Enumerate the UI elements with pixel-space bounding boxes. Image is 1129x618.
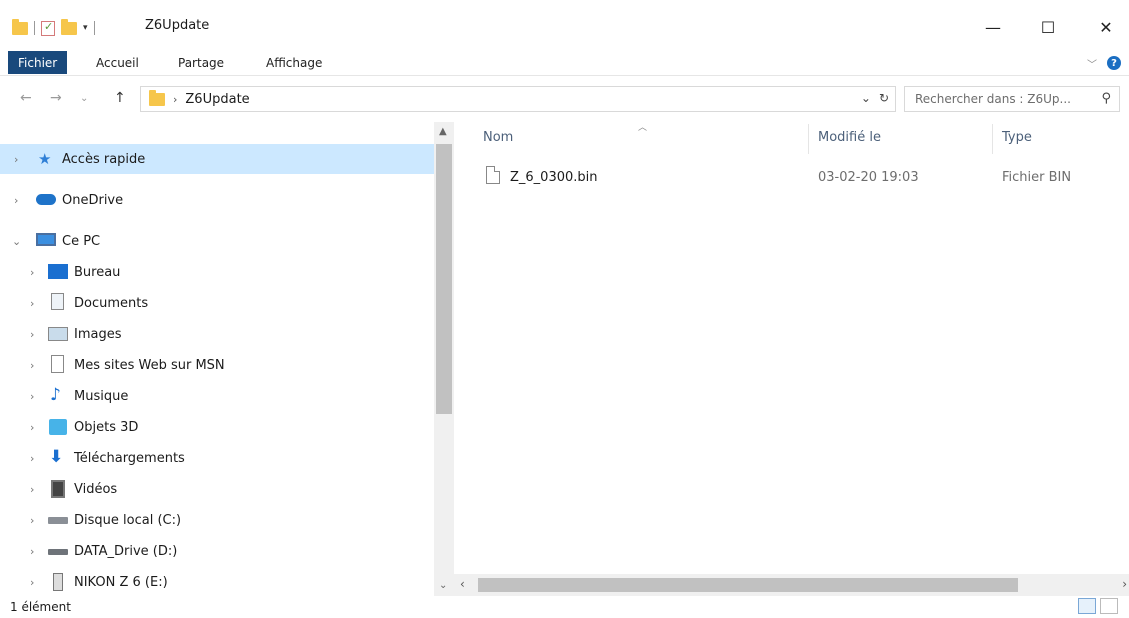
navigation-scrollbar[interactable]: ▲ ⌄ bbox=[434, 122, 454, 596]
status-bar: 1 élément bbox=[0, 596, 1129, 618]
download-arrow-icon: ⬇ bbox=[49, 447, 64, 467]
tab-accueil[interactable]: Accueil bbox=[86, 52, 149, 74]
details-view-icon[interactable] bbox=[1078, 598, 1096, 614]
file-type: Fichier BIN bbox=[1002, 170, 1072, 185]
window-title: Z6Update bbox=[145, 18, 210, 33]
drive-icon bbox=[48, 549, 68, 555]
chevron-right-icon[interactable]: › bbox=[30, 328, 34, 341]
nav-item-mes-sites-web[interactable]: › Mes sites Web sur MSN bbox=[0, 350, 434, 380]
quick-access-toolbar: ▾ bbox=[12, 18, 95, 38]
expand-ribbon-icon[interactable]: ﹀ bbox=[1087, 56, 1097, 71]
column-header-name[interactable]: Nom bbox=[483, 130, 513, 145]
nav-item-nikon-z6[interactable]: › NIKON Z 6 (E:) bbox=[0, 567, 434, 597]
address-dropdown-icon[interactable]: ⌄ bbox=[861, 91, 871, 105]
nav-item-acces-rapide[interactable]: › ★ Accès rapide bbox=[0, 144, 434, 174]
ribbon: Fichier Accueil Partage Affichage ﹀ ? bbox=[0, 48, 1129, 76]
column-divider[interactable] bbox=[808, 124, 809, 154]
tab-fichier[interactable]: Fichier bbox=[8, 51, 68, 74]
search-input[interactable]: Rechercher dans : Z6Up... ⚲ bbox=[904, 86, 1120, 112]
cloud-icon bbox=[36, 194, 56, 205]
properties-icon[interactable] bbox=[41, 20, 55, 36]
chevron-right-icon[interactable]: › bbox=[14, 153, 18, 166]
nav-item-bureau[interactable]: › Bureau bbox=[0, 257, 434, 287]
local-disk-icon bbox=[48, 517, 68, 524]
tab-partage[interactable]: Partage bbox=[168, 52, 234, 74]
nav-item-musique[interactable]: › ♪ Musique bbox=[0, 381, 434, 411]
chevron-right-icon[interactable]: › bbox=[30, 483, 34, 496]
recent-locations-icon[interactable]: ⌄ bbox=[80, 93, 88, 104]
chevron-right-icon[interactable]: › bbox=[30, 576, 34, 589]
search-icon[interactable]: ⚲ bbox=[1101, 91, 1111, 106]
folder-icon bbox=[12, 18, 28, 35]
nav-item-ce-pc[interactable]: ⌄ Ce PC bbox=[0, 226, 434, 256]
search-placeholder: Rechercher dans : Z6Up... bbox=[915, 92, 1071, 106]
separator bbox=[34, 21, 35, 35]
new-folder-icon[interactable] bbox=[61, 18, 77, 35]
star-icon: ★ bbox=[38, 150, 52, 168]
chevron-right-icon[interactable]: › bbox=[30, 266, 34, 279]
nav-item-documents[interactable]: › Documents bbox=[0, 288, 434, 318]
chevron-right-icon[interactable]: › bbox=[30, 452, 34, 465]
file-row[interactable]: Z_6_0300.bin 03-02-20 19:03 Fichier BIN bbox=[474, 164, 1129, 192]
scroll-down-icon[interactable]: ⌄ bbox=[439, 580, 447, 591]
up-arrow-icon[interactable]: ↑ bbox=[114, 90, 126, 106]
chevron-right-icon[interactable]: › bbox=[30, 390, 34, 403]
nav-item-telechargements[interactable]: › ⬇ Téléchargements bbox=[0, 443, 434, 473]
chevron-right-icon[interactable]: › bbox=[14, 194, 18, 207]
address-row: ← → ⌄ ↑ › Z6Update ⌄ ↻ Rechercher dans :… bbox=[0, 82, 1129, 116]
horizontal-scrollbar[interactable]: ‹ › bbox=[454, 574, 1129, 596]
title-bar: ▾ Z6Update — ☐ ✕ bbox=[0, 0, 1129, 48]
breadcrumb-chevron-icon[interactable]: › bbox=[173, 93, 177, 106]
refresh-icon[interactable]: ↻ bbox=[879, 91, 889, 105]
computer-icon bbox=[36, 233, 56, 246]
music-note-icon: ♪ bbox=[50, 385, 61, 405]
forward-arrow-icon[interactable]: → bbox=[50, 90, 62, 106]
help-icon[interactable]: ? bbox=[1107, 56, 1121, 70]
navigation-pane: › ★ Accès rapide › OneDrive ⌄ Ce PC › Bu… bbox=[0, 122, 434, 596]
file-modified: 03-02-20 19:03 bbox=[818, 170, 919, 185]
column-header-modified[interactable]: Modifié le bbox=[818, 130, 881, 145]
scroll-left-icon[interactable]: ‹ bbox=[460, 577, 465, 591]
web-page-icon bbox=[51, 355, 64, 373]
folder-icon bbox=[149, 89, 165, 106]
chevron-down-icon[interactable]: ⌄ bbox=[12, 235, 21, 248]
sort-ascending-icon: ︿ bbox=[638, 123, 648, 133]
nav-item-videos[interactable]: › Vidéos bbox=[0, 474, 434, 504]
images-icon bbox=[48, 327, 68, 341]
documents-icon bbox=[51, 293, 64, 310]
item-count: 1 élément bbox=[10, 600, 71, 614]
file-icon bbox=[486, 166, 500, 184]
back-arrow-icon[interactable]: ← bbox=[20, 90, 32, 106]
nav-item-onedrive[interactable]: › OneDrive bbox=[0, 185, 434, 215]
removable-drive-icon bbox=[53, 573, 63, 591]
scrollbar-thumb[interactable] bbox=[478, 578, 1018, 592]
minimize-button[interactable]: — bbox=[970, 10, 1016, 44]
nav-item-data-drive[interactable]: › DATA_Drive (D:) bbox=[0, 536, 434, 566]
maximize-button[interactable]: ☐ bbox=[1025, 10, 1071, 44]
large-icons-view-icon[interactable] bbox=[1100, 598, 1118, 614]
column-divider[interactable] bbox=[992, 124, 993, 154]
nav-item-disque-local[interactable]: › Disque local (C:) bbox=[0, 505, 434, 535]
cube-icon bbox=[49, 419, 67, 435]
chevron-right-icon[interactable]: › bbox=[30, 545, 34, 558]
nav-item-images[interactable]: › Images bbox=[0, 319, 434, 349]
chevron-right-icon[interactable]: › bbox=[30, 297, 34, 310]
tab-affichage[interactable]: Affichage bbox=[256, 52, 332, 74]
column-header-type[interactable]: Type bbox=[1002, 130, 1032, 145]
breadcrumb-item[interactable]: Z6Update bbox=[185, 92, 249, 107]
chevron-right-icon[interactable]: › bbox=[30, 359, 34, 372]
scrollbar-thumb[interactable] bbox=[436, 144, 452, 414]
customize-quick-access-icon[interactable]: ▾ bbox=[83, 23, 88, 33]
chevron-right-icon[interactable]: › bbox=[30, 421, 34, 434]
close-button[interactable]: ✕ bbox=[1083, 10, 1129, 44]
desktop-icon bbox=[48, 264, 68, 279]
address-bar[interactable]: › Z6Update ⌄ ↻ bbox=[140, 86, 896, 112]
nav-item-objets-3d[interactable]: › Objets 3D bbox=[0, 412, 434, 442]
separator bbox=[93, 21, 95, 35]
file-name: Z_6_0300.bin bbox=[510, 170, 598, 185]
film-icon bbox=[51, 480, 65, 498]
scroll-right-icon[interactable]: › bbox=[1122, 577, 1127, 591]
scroll-up-icon[interactable]: ▲ bbox=[439, 126, 447, 137]
chevron-right-icon[interactable]: › bbox=[30, 514, 34, 527]
